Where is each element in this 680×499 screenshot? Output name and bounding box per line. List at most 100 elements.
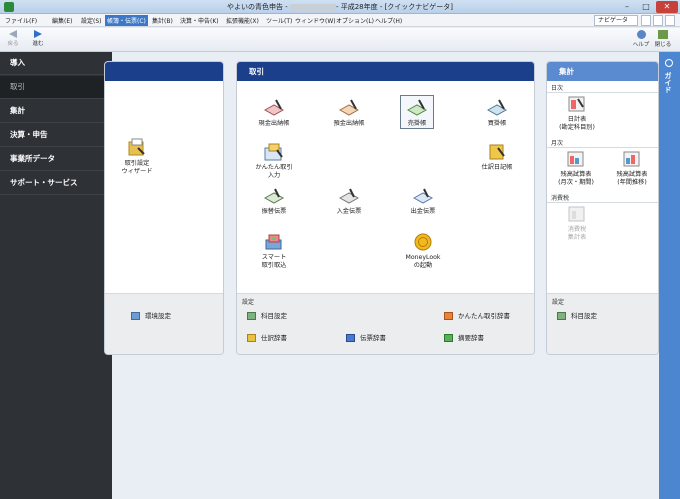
deposit-slip-item[interactable]: 入金伝票	[326, 186, 372, 216]
menu-edit[interactable]: 編集(E)	[51, 16, 73, 25]
torihiki-panel: 取引 現金出納帳 預金出納帳 売掛帳 買掛帳 かんたん取引 入力 仕訳日記帳 振…	[236, 61, 535, 355]
wizard-label-1: 取引設定	[124, 160, 150, 167]
menu-options[interactable]: オプション(L)	[335, 16, 375, 25]
journal-book-item[interactable]: 仕訳日記帳	[473, 142, 521, 172]
moneylook-item[interactable]: MoneyLook の起動	[397, 232, 449, 270]
menu-aggregate[interactable]: 集計(B)	[151, 16, 174, 25]
torihiki-settings-label: 設定	[242, 299, 255, 306]
guide-panel[interactable]: ガイド	[659, 52, 680, 499]
close-door-icon	[658, 30, 668, 39]
menu-tools[interactable]: ツール(T)	[265, 16, 293, 25]
deposit-slip-label: 入金伝票	[336, 208, 362, 215]
maximize-mdi-button[interactable]	[653, 15, 663, 26]
menu-help[interactable]: ヘルプ(H)	[374, 16, 403, 25]
account-setting-link[interactable]: 科目設定	[247, 310, 287, 320]
account-setting-icon	[247, 312, 256, 320]
close-mdi-button[interactable]	[665, 15, 675, 26]
wizard-label-2: ウィザード	[121, 168, 153, 175]
payment-slip-item[interactable]: 出金伝票	[400, 186, 446, 216]
tax-summary-label-1: 消費税	[567, 226, 587, 233]
window-title-suffix: - 平成28年度 - [クイックナビゲータ]	[335, 3, 454, 11]
wizard-icon	[126, 138, 148, 158]
shukei-account-setting-label: 科目設定	[571, 312, 597, 320]
easy-dict-link[interactable]: かんたん取引辞書	[444, 310, 510, 320]
menu-settlement[interactable]: 決算・申告(K)	[179, 16, 220, 25]
intro-panel-header	[105, 62, 223, 81]
deposit-slip-icon	[338, 186, 360, 206]
transfer-slip-item[interactable]: 振替伝票	[251, 186, 297, 216]
shukei-account-setting-icon	[557, 312, 566, 320]
guide-icon	[665, 59, 673, 67]
forward-label: 進む	[32, 41, 44, 47]
tax-section-label: 消費税	[551, 195, 570, 202]
payable-book-label: 買掛帳	[487, 120, 507, 127]
tax-summary-icon	[566, 204, 588, 224]
receivable-book-item[interactable]: 売掛帳	[400, 95, 434, 129]
sidebar-item-shukei[interactable]: 集計	[0, 100, 112, 123]
summary-dict-icon	[444, 334, 453, 342]
forward-arrow-icon	[34, 30, 42, 38]
help-button[interactable]: ヘルプ	[632, 30, 650, 48]
summary-dict-link[interactable]: 摘要辞書	[444, 332, 484, 342]
forward-button[interactable]: 進む	[28, 30, 48, 47]
menu-books-slips[interactable]: 帳簿・伝票(C)	[105, 15, 148, 26]
wizard-item[interactable]: 取引設定 ウィザード	[117, 138, 157, 176]
trial-balance-yearly-label-2: (年間推移)	[617, 179, 647, 186]
back-button[interactable]: 戻る	[4, 30, 22, 47]
summary-dict-label: 摘要辞書	[458, 334, 484, 342]
smart-import-item[interactable]: スマート 取引取込	[251, 232, 297, 270]
deposit-book-label: 預金出納帳	[333, 120, 365, 127]
moneylook-coin-icon	[412, 232, 434, 252]
monthly-divider	[547, 147, 658, 148]
easy-entry-label-2: 入力	[267, 172, 281, 179]
minimize-button[interactable]: –	[618, 1, 636, 13]
sidebar-item-intro[interactable]: 導入	[0, 52, 112, 75]
shukei-account-setting-link[interactable]: 科目設定	[557, 310, 597, 320]
payable-book-item[interactable]: 買掛帳	[477, 98, 517, 128]
menu-bar: ファイル(F) 編集(E) 設定(S) 帳簿・伝票(C) 集計(B) 決算・申告…	[0, 14, 680, 27]
menu-window[interactable]: ウィンドウ(W)	[294, 16, 337, 25]
moneylook-label-2: の起動	[413, 262, 433, 269]
menu-settings[interactable]: 設定(S)	[80, 16, 103, 25]
receivable-book-icon	[406, 98, 428, 118]
cash-book-icon	[263, 98, 285, 118]
help-icon	[636, 30, 646, 39]
close-button[interactable]: 閉じる	[652, 30, 674, 48]
sidebar-item-settlement[interactable]: 決算・申告	[0, 124, 112, 147]
sidebar-item-company-data[interactable]: 事業所データ	[0, 148, 112, 171]
title-bar: やよいの青色申告 - - 平成28年度 - [クイックナビゲータ] – □ ✕	[0, 0, 680, 14]
sidebar-item-torihiki[interactable]: 取引	[0, 76, 112, 99]
daily-report-item[interactable]: 日計表 (勘定科目別)	[553, 94, 601, 132]
journal-dict-icon	[247, 334, 256, 342]
moneylook-label-1: MoneyLook	[405, 254, 441, 261]
trial-balance-yearly-label-1: 残高試算表	[616, 171, 648, 178]
menu-extensions[interactable]: 拡張機能(X)	[225, 16, 260, 25]
close-window-button[interactable]: ✕	[656, 1, 678, 13]
env-setting-link[interactable]: 環境設定	[131, 310, 171, 320]
tax-divider	[547, 202, 658, 203]
daily-report-icon	[566, 94, 588, 114]
trial-balance-monthly-label-1: 残高試算表	[560, 171, 592, 178]
menu-file[interactable]: ファイル(F)	[4, 16, 38, 25]
slip-dict-label: 伝票辞書	[360, 334, 386, 342]
easy-entry-icon	[263, 142, 285, 162]
shukei-panel-header: 集計	[547, 62, 658, 81]
navigator-button[interactable]: ナビゲータ	[594, 15, 638, 26]
sidebar-item-support[interactable]: サポート・サービス	[0, 172, 112, 195]
slip-dict-link[interactable]: 伝票辞書	[346, 332, 386, 342]
maximize-button[interactable]: □	[637, 1, 655, 13]
deposit-book-item[interactable]: 預金出納帳	[326, 98, 372, 128]
guide-label: ガイド	[664, 72, 672, 93]
shukei-panel: 集計 日次 日計表 (勘定科目別) 月次 残高試算表 (月次・期間) 残高試算表…	[546, 61, 659, 355]
cash-book-item[interactable]: 現金出納帳	[251, 98, 297, 128]
transfer-slip-label: 振替伝票	[261, 208, 287, 215]
trial-balance-yearly-item[interactable]: 残高試算表 (年間推移)	[604, 149, 658, 187]
journal-dict-link[interactable]: 仕訳辞書	[247, 332, 287, 342]
trial-balance-monthly-item[interactable]: 残高試算表 (月次・期間)	[549, 149, 603, 187]
restore-mdi-button[interactable]	[641, 15, 651, 26]
journal-dict-label: 仕訳辞書	[261, 334, 287, 342]
back-label: 戻る	[7, 41, 19, 47]
tax-summary-item: 消費税 集計表	[553, 204, 601, 242]
daily-section-label: 日次	[551, 85, 564, 92]
easy-entry-item[interactable]: かんたん取引 入力	[249, 142, 299, 180]
